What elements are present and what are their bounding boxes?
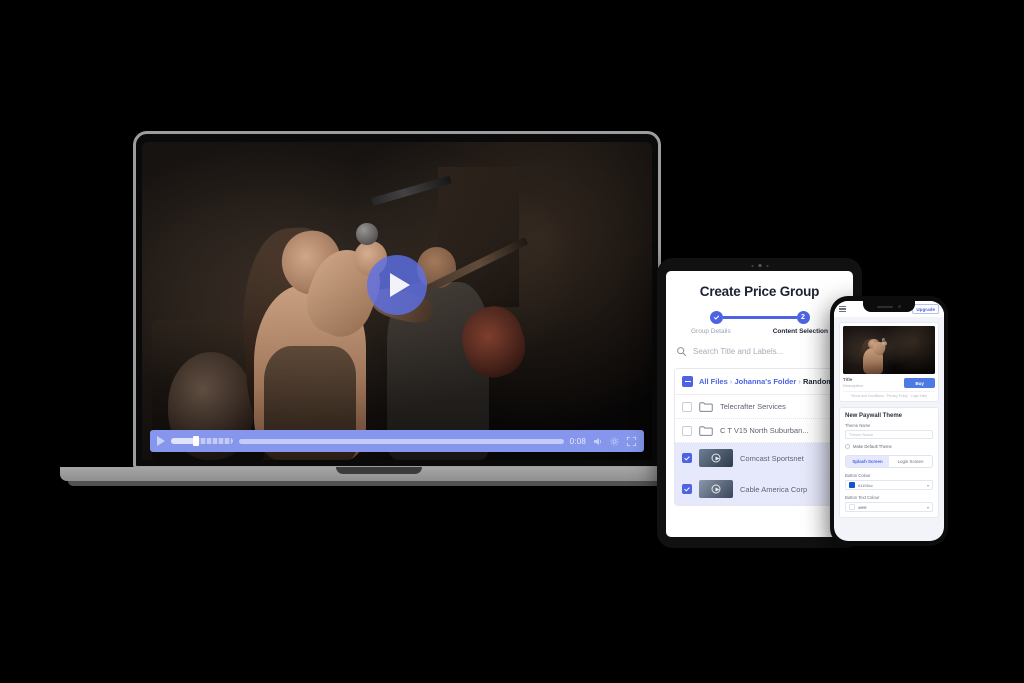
row-name: Cable America Corp: [740, 484, 808, 494]
step-2-label: Content Selection: [772, 328, 828, 335]
upgrade-button[interactable]: Upgrade: [912, 304, 939, 314]
play-icon: [711, 453, 721, 463]
row-checkbox[interactable]: [682, 484, 692, 494]
table-row[interactable]: Comcast Sportsnet: [675, 443, 844, 474]
breadcrumb-folder[interactable]: Johanna's Folder: [734, 377, 796, 386]
breadcrumb-sep-1: ›: [729, 377, 733, 386]
row-checkbox[interactable]: [682, 425, 692, 436]
hamburger-menu-icon[interactable]: [839, 305, 846, 313]
tab-splash-screen[interactable]: Splash Screen: [846, 456, 889, 467]
stepper-connector: [722, 316, 797, 319]
button-text-colour-field: Button Text Colour #ffffff ▾: [845, 495, 933, 512]
phone-screen: Upgrade Title Description Buy Terms and …: [834, 301, 944, 541]
fullscreen-icon[interactable]: [626, 436, 637, 447]
laptop-base-shadow: [68, 481, 672, 486]
play-triangle-icon: [389, 273, 410, 298]
radio-circle-icon: [845, 444, 850, 449]
file-browser: All Files › Johanna's Folder › Random Te…: [674, 368, 845, 506]
make-default-theme-label: Make Default Theme: [853, 444, 892, 449]
theme-form: New Paywall Theme Theme Name Theme Name …: [839, 407, 939, 518]
row-checkbox[interactable]: [682, 401, 692, 412]
volume-slider-knob[interactable]: [193, 436, 199, 446]
button-colour-field: Button Colour #1155cc ▾: [845, 473, 933, 490]
video-card-meta: Title Description Buy: [843, 377, 935, 388]
tab-login-screen[interactable]: Login Screen: [889, 456, 932, 467]
chevron-down-icon[interactable]: ▾: [927, 483, 929, 488]
step-1-marker[interactable]: [709, 311, 723, 324]
video-description: Description: [843, 383, 864, 388]
tablet-screen: Create Price Group 2 Group Details Conte…: [666, 271, 853, 537]
laptop-device: 0:08: [60, 131, 680, 506]
breadcrumb-sep-2: ›: [798, 377, 801, 386]
volume-icon[interactable]: [592, 436, 603, 447]
stepper-labels: Group Details Content Selection: [666, 328, 853, 335]
video-thumbnail[interactable]: [699, 480, 733, 498]
video-control-bar: 0:08: [150, 430, 644, 452]
row-name: C T V15 North Suburban...: [720, 426, 809, 435]
folder-icon: [699, 426, 713, 436]
footer-links[interactable]: Terms and Conditions · Privacy Policy · …: [843, 391, 935, 398]
theme-name-input[interactable]: Theme Name: [845, 430, 933, 439]
video-artwork[interactable]: [843, 326, 935, 374]
check-icon: [713, 315, 719, 320]
row-name: Telecrafter Services: [720, 402, 786, 411]
make-default-theme-radio[interactable]: Make Default Theme: [845, 444, 933, 449]
table-row[interactable]: C T V15 North Suburban...: [675, 419, 844, 443]
laptop-base-notch: [336, 467, 422, 474]
step-2-marker[interactable]: 2: [796, 311, 810, 324]
stepper: 2: [666, 311, 853, 324]
breadcrumb-root[interactable]: All Files: [699, 377, 728, 386]
tablet-camera-dots: [751, 264, 768, 267]
play-icon[interactable]: [157, 436, 165, 446]
theme-form-heading: New Paywall Theme: [845, 413, 903, 419]
theme-name-placeholder: Theme Name: [849, 432, 874, 437]
page-title: Create Price Group: [699, 284, 820, 299]
row-name: Comcast Sportsnet: [740, 453, 804, 463]
colour-swatch: [849, 504, 855, 510]
scene-root: 0:08 Create Price Group 2 Group Details …: [0, 0, 1024, 683]
play-circle-icon[interactable]: [367, 255, 427, 316]
phone-notch: [863, 301, 915, 312]
search-input[interactable]: Search Title and Labels...: [676, 346, 843, 361]
table-row[interactable]: Cable America Corp: [675, 474, 844, 505]
button-text-colour-label: Button Text Colour: [845, 495, 880, 500]
colour-swatch: [849, 482, 855, 488]
table-row[interactable]: Telecrafter Services: [675, 395, 844, 419]
video-current-time: 0:08: [569, 436, 586, 446]
phone-device: Upgrade Title Description Buy Terms and …: [830, 296, 948, 546]
video-title: Title: [843, 377, 853, 382]
screen-tabs: Splash Screen Login Screen: [845, 455, 933, 468]
seek-bar[interactable]: [239, 438, 564, 444]
breadcrumb-text[interactable]: All Files › Johanna's Folder › Random: [699, 377, 833, 386]
video-thumbnail[interactable]: [699, 449, 733, 467]
step-1-label: Group Details: [690, 328, 731, 335]
search-icon: [677, 347, 687, 357]
breadcrumb-current: Random: [802, 377, 833, 386]
buy-button[interactable]: Buy: [904, 378, 935, 388]
row-checkbox[interactable]: [682, 453, 692, 463]
button-colour-select[interactable]: #1155cc ▾: [845, 480, 933, 490]
button-colour-value: #1155cc: [858, 482, 873, 488]
search-placeholder: Search Title and Labels...: [693, 347, 784, 356]
volume-slider[interactable]: [171, 436, 233, 446]
laptop-screen: 0:08: [142, 142, 652, 460]
phone-content: Title Description Buy Terms and Conditio…: [834, 317, 944, 518]
button-text-colour-value: #ffffff: [858, 504, 867, 510]
button-colour-label: Button Colour: [845, 473, 871, 478]
video-card: Title Description Buy Terms and Conditio…: [839, 322, 939, 402]
folder-icon: [699, 402, 713, 412]
laptop-lid: 0:08: [133, 131, 661, 469]
button-text-colour-select[interactable]: #ffffff ▾: [845, 502, 933, 512]
chevron-down-icon[interactable]: ▾: [927, 505, 929, 510]
settings-icon[interactable]: [609, 436, 620, 447]
play-icon: [711, 484, 721, 494]
breadcrumb: All Files › Johanna's Folder › Random: [675, 369, 844, 395]
theme-name-label: Theme Name: [845, 423, 871, 428]
minus-box-icon[interactable]: [682, 376, 693, 387]
